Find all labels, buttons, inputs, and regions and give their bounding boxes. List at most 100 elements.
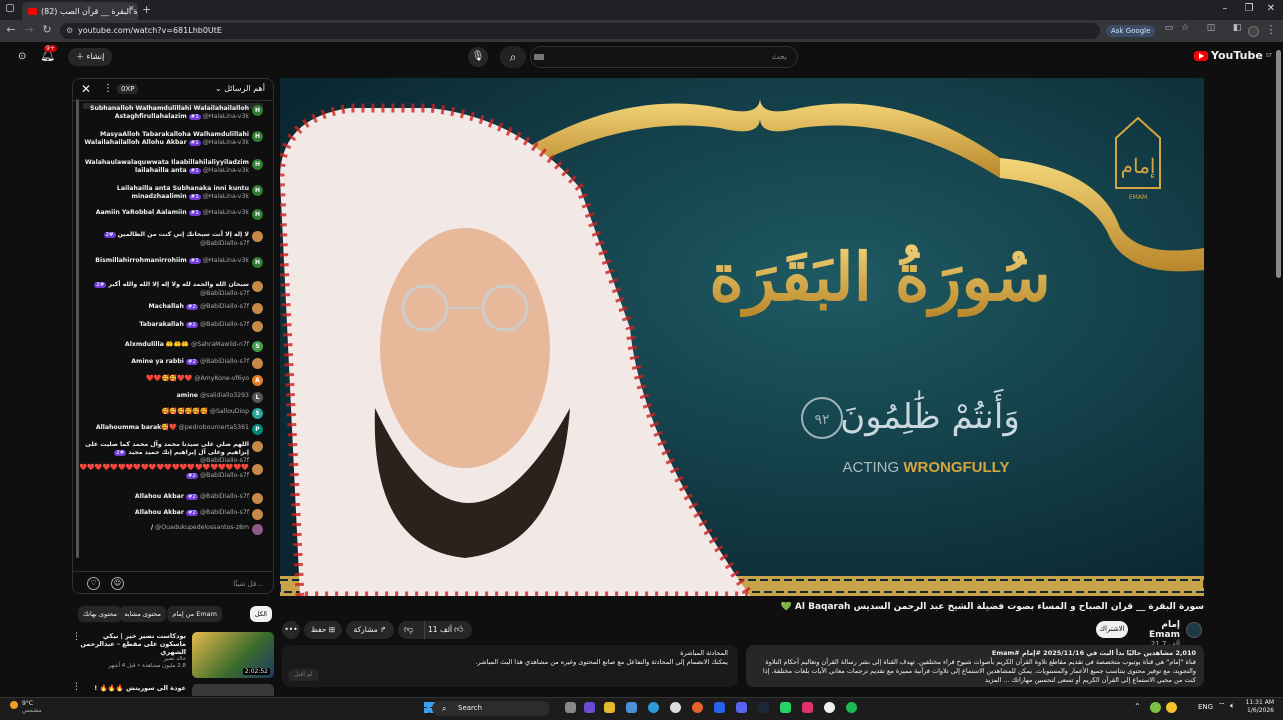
chat-avatar[interactable]: H [252,185,263,196]
chat-avatar[interactable]: S [252,341,263,352]
close-window-icon[interactable]: ✕ [1262,3,1280,14]
heart-icon[interactable]: ♡ [87,577,100,590]
chat-username[interactable]: @HalaLina-v3k [203,257,249,264]
language-indicator[interactable]: ENG [1198,703,1213,711]
maximize-icon[interactable]: ❐ [1240,3,1258,14]
chat-scrollbar-thumb[interactable] [76,100,79,558]
volume-icon[interactable]: 🔈︎ [1230,701,1235,711]
chat-message[interactable]: / @Ouadukupedelossantos-z8m [77,524,263,535]
chat-username[interactable]: @AmyKone-vf6yo [194,375,249,382]
channel-avatar[interactable] [1186,622,1202,638]
filter-chip[interactable]: محتوى مشابه [119,606,166,622]
chat-avatar[interactable] [252,509,263,520]
chat-close-icon[interactable]: ✕ [81,82,91,96]
site-info-icon[interactable]: ⚙ [66,26,73,35]
chat-avatar[interactable] [252,231,263,242]
tab-close-icon[interactable]: ✕ [128,4,135,13]
settings-menu-icon[interactable]: ⊙ [18,51,26,62]
save-button[interactable]: حفظ ⊞ [304,621,342,639]
chat-avatar[interactable]: L [252,392,263,403]
keyboard-icon[interactable] [534,54,544,60]
url-field[interactable]: youtube.com/watch?v=681Lhb0UtE [60,23,1100,39]
chat-message[interactable]: S 🥰🥰🥰🥰🥰🥰 @SallouDiop [77,408,263,419]
share-button[interactable]: مشاركة ↱ [346,621,394,639]
weather-sun-icon[interactable] [10,701,18,709]
extensions-icon[interactable]: ◫ [1204,23,1218,33]
chat-username[interactable]: @BabiDiallo-s7f [200,240,249,247]
tray-app-icon-2[interactable] [1166,702,1177,713]
chat-username[interactable]: @BabiDiallo-s7f [200,457,249,464]
chat-avatar[interactable] [252,281,263,292]
xp-badge[interactable]: 0XP [117,84,139,94]
chat-avatar[interactable] [252,321,263,332]
app-icon[interactable] [802,702,813,713]
subscribe-button[interactable]: الاشتراك [1096,621,1128,638]
chat-message[interactable]: لا إله إلا أنت سبحانك إني كنت من الظالمي… [77,231,263,247]
chat-message[interactable]: Amine ya rabbi #2 @BabiDiallo-s7f [77,358,263,369]
notifications-bell-icon[interactable]: 🔔︎ 9+ [40,45,57,62]
filter-chip[interactable]: محتوى بهاتك [77,606,122,622]
tray-app-icon[interactable] [1150,702,1161,713]
chat-username[interactable]: @pedrobournerta5361 [179,424,249,431]
chat-avatar[interactable]: H [252,159,263,170]
chat-sort-dropdown[interactable]: ⌄ أهم الرسائل [215,84,265,93]
steam-icon[interactable] [758,702,769,713]
chat-avatar[interactable] [252,358,263,369]
chat-username[interactable]: @BabiDiallo-s7f [200,509,249,516]
video-player[interactable]: سُورَةُ البَقَرَة وَأَنتُمْ ظَٰلِمُونَ ٩… [280,78,1204,596]
chat-message[interactable]: H Lailahailla anta Subhanaka inni kuntu m… [77,185,263,201]
chat-message[interactable]: S Alxmdulilla 🤲🤲🤲 @SahraMawlid-n7f [77,341,263,352]
recommended-video-2[interactable]: عودة الى سوريتش 🔥🔥🔥 ! ⋮ [72,682,274,696]
bookmark-star-icon[interactable]: ☆ [1178,23,1192,33]
video-thumbnail[interactable]: 2:02:52 [192,632,274,678]
chat-avatar[interactable]: H [252,105,263,116]
recommended-video[interactable]: 2:02:52 بودكاست نصير خير | نيكي ماسكون ع… [72,630,274,680]
page-scrollbar[interactable] [1276,50,1281,278]
tray-chevron-icon[interactable]: ⌃ [1134,702,1141,711]
teams-icon[interactable] [584,702,595,713]
rec-menu-icon-2[interactable]: ⋮ [72,682,81,692]
video-thumbnail-2[interactable] [192,684,274,696]
shield-icon[interactable] [714,702,725,713]
rec-title[interactable]: بودكاست نصير خير | نيكي ماسكون على مقطع … [78,632,186,656]
chat-username[interactable]: @HalaLina-v3k [203,167,249,174]
chat-username[interactable]: @HalaLina-v3k [203,139,249,146]
chat-avatar[interactable] [252,441,263,452]
chat-username[interactable]: @Ouadukupedelossantos-z8m [155,524,249,531]
ask-google-button[interactable]: Ask Google [1106,25,1156,37]
firefox-icon[interactable] [692,702,703,713]
chat-avatar[interactable]: S [252,408,263,419]
tab-search-icon[interactable] [6,4,14,12]
rec-menu-icon[interactable]: ⋮ [72,632,81,642]
chat-avatar[interactable]: A [252,375,263,386]
forward-icon[interactable]: → [22,23,36,36]
chat-username[interactable]: @HalaLina-v3k [203,209,249,216]
chat-message[interactable]: Allahou Akbar #2 @BabiDiallo-s7f [77,509,263,520]
filter-chip[interactable]: من إمام Emam [167,606,222,622]
discord-icon[interactable] [736,702,747,713]
chat-avatar[interactable] [252,493,263,504]
reload-icon[interactable]: ↻ [40,23,54,36]
chat-message[interactable]: Tabarakallah #2 @BabiDiallo-s7f [77,321,263,332]
channel-name[interactable]: إمام Emam [1128,620,1180,640]
chat-avatar[interactable] [252,303,263,314]
chat-message[interactable]: سبحان الله والحمد لله ولا إله إلا الله و… [77,281,263,297]
chat-username[interactable]: @SallouDiop [210,408,249,415]
filter-chip[interactable]: الكل [249,606,272,622]
chat-username[interactable]: @BabiDiallo-s7f [200,472,249,479]
chat-username[interactable]: @BabiDiallo-s7f [200,358,249,365]
video-description[interactable]: 2,010 مشاهدين حاليًا بدأ البث في 2025/11… [746,645,1204,687]
chat-message[interactable]: Machallah #2 @BabiDiallo-s7f [77,303,263,314]
like-count[interactable]: 11 ألف [428,621,452,639]
search-input[interactable]: بحث [530,46,798,68]
chat-username[interactable]: @BabiDiallo-s7f [200,303,249,310]
chat-username[interactable]: @BabiDiallo-s7f [200,493,249,500]
search-button-icon[interactable]: ⌕ [500,46,526,68]
chat-avatar[interactable] [252,464,263,475]
file-explorer-icon[interactable] [604,702,615,713]
chat-username[interactable]: @BabiDiallo-s7f [200,321,249,328]
whatsapp-icon[interactable] [780,702,791,713]
taskbar-clock[interactable]: 11:31 AM 1/6/2026 [1244,699,1274,715]
chat-message[interactable]: ❤️❤️❤️❤️❤️❤️❤️❤️❤️❤️❤️❤️❤️❤️❤️❤️❤️❤️❤️❤️… [77,464,263,480]
chat-avatar[interactable]: P [252,424,263,435]
